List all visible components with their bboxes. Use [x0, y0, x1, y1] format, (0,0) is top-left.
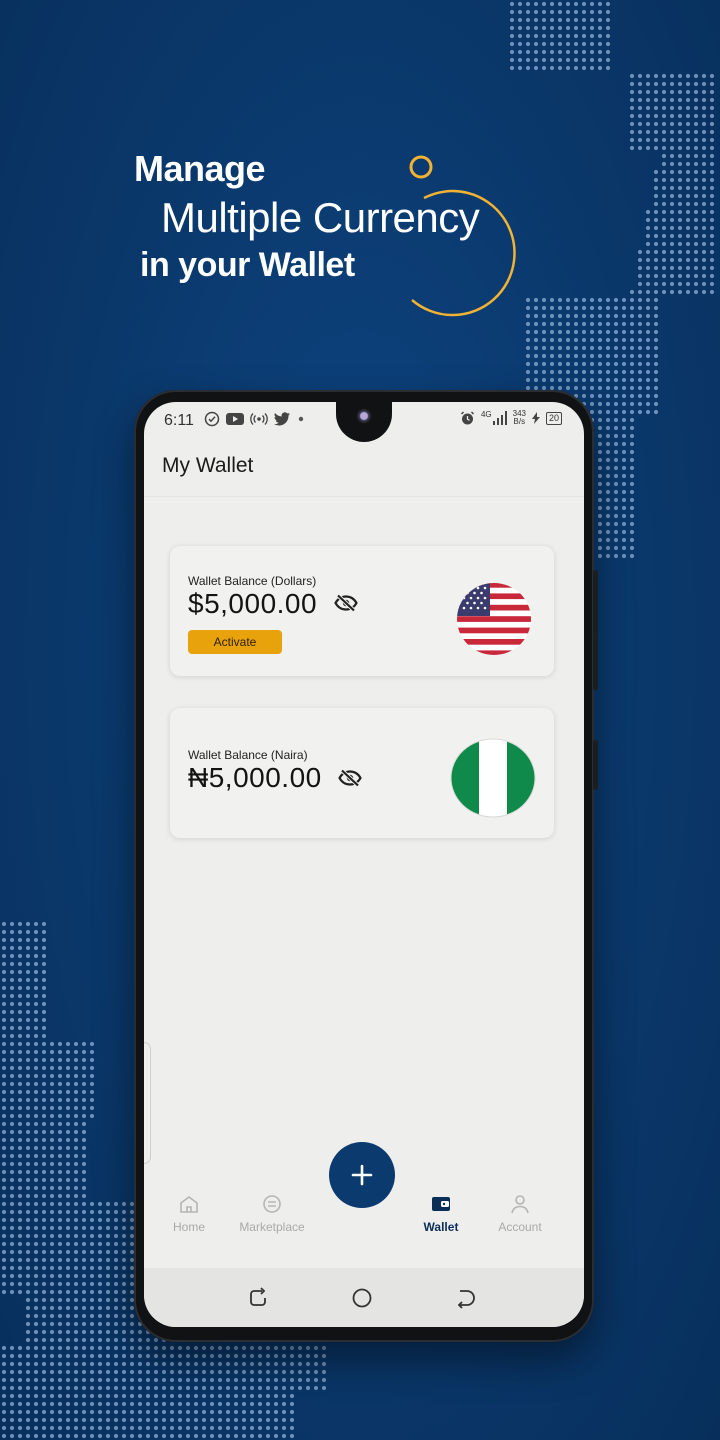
edge-panel-handle[interactable]: [144, 1042, 151, 1164]
nav-item-marketplace[interactable]: Marketplace: [227, 1194, 317, 1236]
check-circle-icon: [204, 411, 220, 427]
youtube-icon: [226, 413, 244, 425]
decorative-gold-ring: [409, 155, 516, 317]
signal-strength: 4G: [481, 411, 507, 425]
back-icon[interactable]: [450, 1284, 478, 1312]
nav-label-wallet: Wallet: [423, 1220, 459, 1234]
front-camera: [356, 408, 372, 424]
account-icon: [511, 1195, 529, 1214]
app-header: My Wallet: [144, 440, 584, 497]
wallet-label-naira: Wallet Balance (Naira): [188, 748, 308, 762]
alarm-icon: [460, 410, 474, 424]
notification-dot-icon: [298, 416, 304, 422]
home-circle-icon[interactable]: [348, 1284, 376, 1312]
phone-volume-button: [593, 570, 598, 690]
phone-screen: 6:11 4G 343 B/s 20 My Wallet Wallet Bala…: [144, 402, 584, 1327]
nav-label-home: Home: [172, 1220, 205, 1234]
plus-icon: [351, 1164, 373, 1186]
status-icons-left: [204, 411, 305, 427]
us-flag-icon: [457, 583, 531, 655]
system-navigation-bar: [144, 1268, 584, 1327]
phone-mockup: 6:11 4G 343 B/s 20 My Wallet Wallet Bala…: [134, 390, 598, 1342]
signal-icon: [492, 411, 507, 425]
eye-off-icon[interactable]: [338, 769, 362, 787]
wallet-card-naira[interactable]: Wallet Balance (Naira) ₦5,000.00: [170, 708, 554, 838]
nav-label-marketplace: Marketplace: [239, 1220, 305, 1234]
status-time: 6:11: [164, 412, 194, 429]
headline-line-1: Manage: [134, 148, 266, 189]
wallet-amount-dollars: $5,000.00: [188, 588, 318, 619]
charging-icon: [531, 412, 540, 424]
twitter-icon: [274, 412, 290, 426]
headline-line-3: in your Wallet: [140, 246, 355, 284]
marketplace-icon: [263, 1195, 281, 1213]
wallet-card-dollars[interactable]: Wallet Balance (Dollars) $5,000.00 Activ…: [170, 546, 554, 676]
hotspot-icon: [250, 413, 268, 425]
wallet-label-dollars: Wallet Balance (Dollars): [188, 574, 317, 588]
bottom-navigation: Home Marketplace Wallet Account: [144, 1142, 584, 1262]
network-type: 4G: [480, 410, 492, 419]
nigeria-flag-icon: [450, 738, 536, 818]
headline: Manage Multiple Currency in your Wallet: [0, 0, 720, 340]
nav-item-home[interactable]: Home: [144, 1194, 234, 1236]
status-icons-right: 4G 343 B/s 20: [460, 410, 562, 426]
home-icon: [180, 1196, 198, 1213]
nav-label-account: Account: [498, 1220, 542, 1234]
nav-item-wallet[interactable]: Wallet: [396, 1194, 486, 1236]
wallet-icon: [432, 1197, 450, 1211]
camera-notch: [336, 402, 392, 442]
activate-button[interactable]: Activate: [188, 630, 282, 654]
wallet-amount-naira: ₦5,000.00: [188, 762, 322, 793]
battery-level: 20: [545, 411, 562, 425]
network-speed-unit: B/s: [513, 417, 526, 426]
network-speed: 343 B/s: [513, 410, 526, 426]
page-title: My Wallet: [162, 454, 254, 477]
phone-power-button: [593, 740, 598, 790]
status-bar: 6:11 4G 343 B/s 20: [144, 402, 584, 442]
eye-off-icon[interactable]: [334, 594, 358, 612]
recents-icon[interactable]: [244, 1284, 272, 1312]
add-button[interactable]: [329, 1142, 395, 1208]
nav-item-account[interactable]: Account: [475, 1194, 565, 1236]
